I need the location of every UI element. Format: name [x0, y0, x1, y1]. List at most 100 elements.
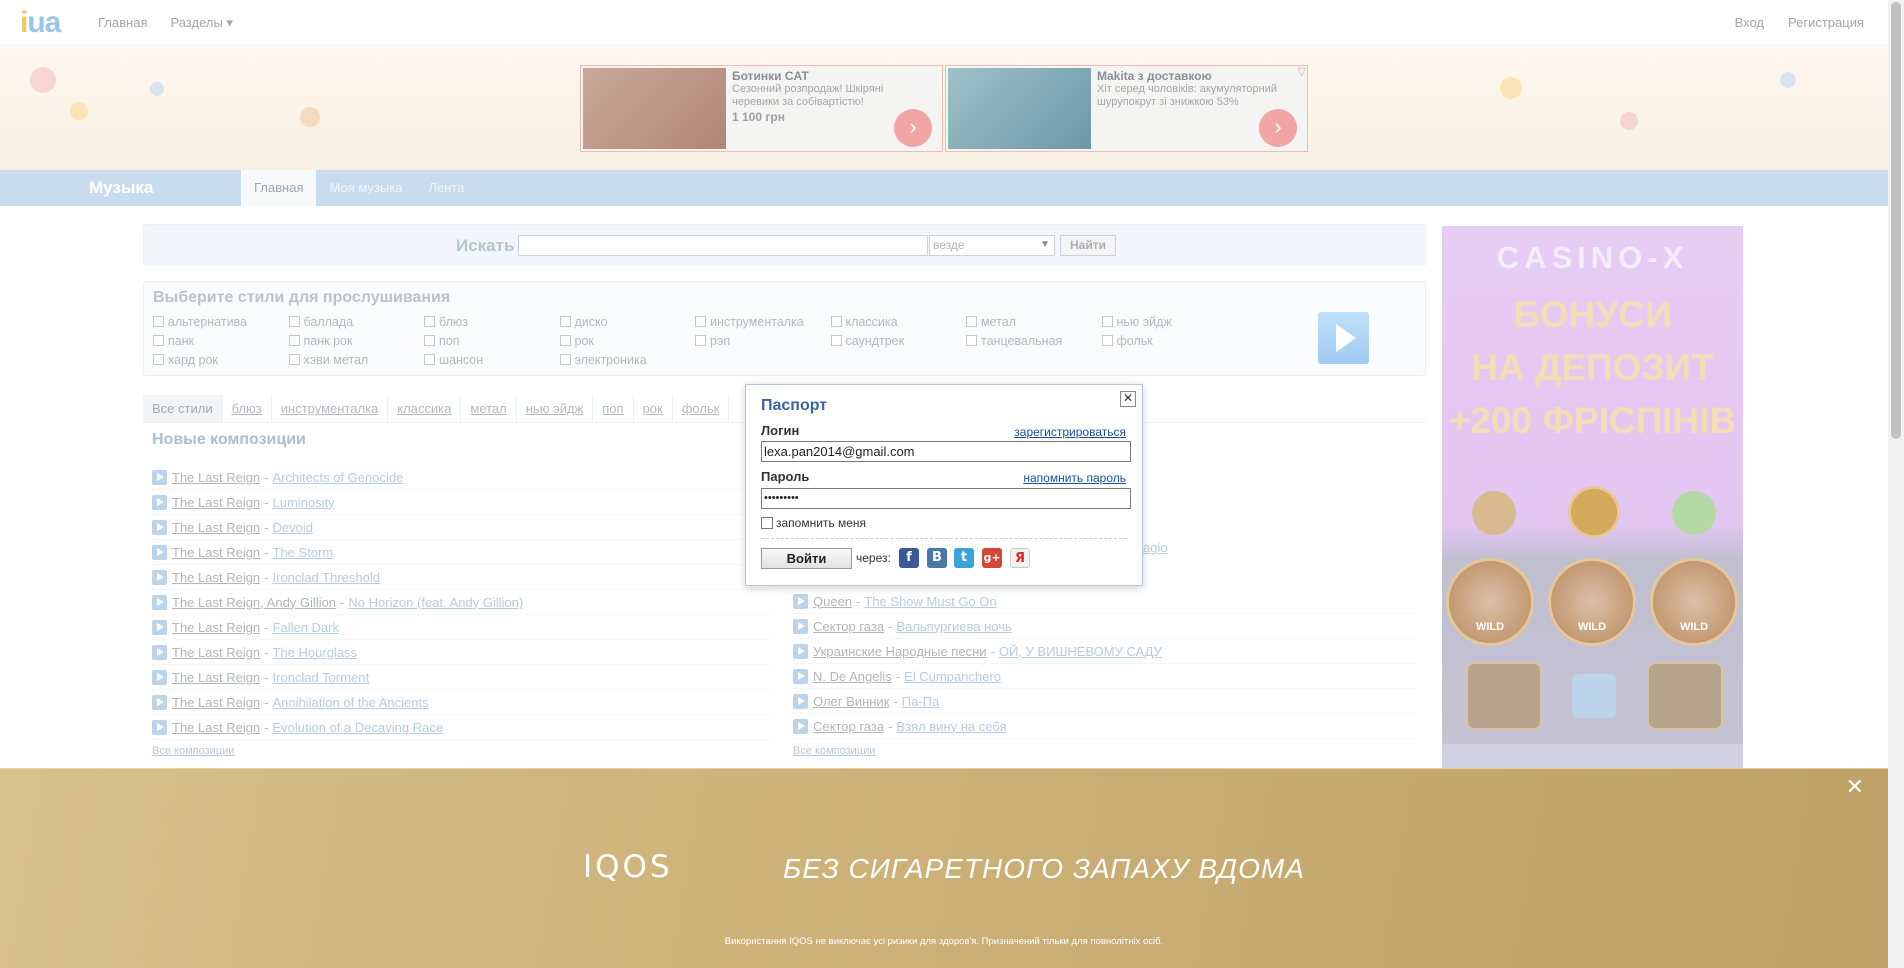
play-icon[interactable]	[793, 618, 808, 634]
track-link[interactable]: Architects of Genocide	[273, 470, 404, 485]
play-styles-button[interactable]	[1318, 312, 1369, 364]
track-link[interactable]: Fallen Dark	[273, 620, 339, 635]
track-link[interactable]: Evolution of a Decaying Race	[273, 720, 444, 735]
artist-link[interactable]: Украинские Народные песни	[813, 644, 987, 659]
style-checkbox[interactable]: танцевальная	[966, 333, 1102, 348]
track-link[interactable]: The Show Must Go On	[864, 594, 996, 609]
play-icon[interactable]	[152, 619, 167, 635]
filter-item[interactable]: рок	[634, 395, 673, 422]
google-plus-icon[interactable]: g+	[982, 548, 1002, 568]
register-link[interactable]: Регистрация	[1788, 15, 1864, 30]
play-icon[interactable]	[152, 719, 167, 735]
checkbox[interactable]	[1101, 335, 1113, 346]
play-icon[interactable]	[152, 569, 167, 585]
close-icon[interactable]: ✕	[1846, 776, 1864, 798]
search-button[interactable]: Найти	[1060, 235, 1116, 256]
checkbox[interactable]	[153, 316, 164, 327]
style-checkbox[interactable]: поп	[424, 333, 560, 348]
checkbox[interactable]	[830, 335, 842, 346]
checkbox[interactable]	[288, 354, 300, 365]
scrollbar-thumb[interactable]	[1891, 2, 1901, 439]
style-checkbox[interactable]: шансон	[424, 352, 560, 367]
track-link-partial[interactable]: agio	[1143, 540, 1168, 555]
checkbox[interactable]	[288, 316, 300, 327]
play-icon[interactable]	[152, 669, 167, 685]
style-checkbox[interactable]: рок	[559, 333, 696, 348]
facebook-icon[interactable]: f	[899, 548, 919, 568]
checkbox[interactable]	[424, 354, 435, 365]
close-icon[interactable]: ✕	[1120, 391, 1136, 407]
artist-link[interactable]: The Last Reign	[172, 495, 260, 510]
checkbox[interactable]	[695, 335, 706, 346]
style-checkbox[interactable]: электроника	[559, 352, 696, 367]
play-icon[interactable]	[793, 668, 808, 684]
style-checkbox[interactable]: панк рок	[288, 333, 425, 348]
track-link[interactable]: ОЙ, У ВИШНЕВОМУ САДУ	[999, 644, 1162, 659]
play-icon[interactable]	[793, 593, 808, 609]
casino-ad[interactable]: CASINO-X БОНУСИ НА ДЕПОЗИТ +200 ФРІСПІНІ…	[1442, 226, 1743, 768]
play-icon[interactable]	[152, 694, 167, 710]
remember-me-checkbox[interactable]: запомнить меня	[761, 516, 866, 530]
artist-link[interactable]: Сектор газа	[813, 719, 884, 734]
checkbox[interactable]	[153, 335, 164, 346]
site-logo[interactable]: iua	[20, 6, 61, 40]
track-link[interactable]: Devoid	[273, 520, 313, 535]
artist-link[interactable]: The Last Reign	[172, 545, 260, 560]
style-checkbox[interactable]: нью эйдж	[1101, 314, 1238, 329]
artist-link[interactable]: The Last Reign	[172, 570, 260, 585]
checkbox[interactable]	[559, 316, 571, 327]
artist-link[interactable]: Олег Винник	[813, 694, 889, 709]
checkbox[interactable]	[559, 335, 571, 346]
track-link[interactable]: Luminosity	[273, 495, 335, 510]
ad-cat-boots[interactable]: Ботинки CAT Сезонний розпродаж! Шкіряні …	[580, 65, 943, 152]
remind-password-link[interactable]: напомнить пароль	[1023, 471, 1126, 485]
track-link[interactable]: No Horizon (feat. Andy Gillion)	[348, 595, 523, 610]
email-field[interactable]: lexa.pan2014@gmail.com	[761, 441, 1131, 462]
filter-item[interactable]: нью эйдж	[517, 395, 594, 422]
artist-link[interactable]: The Last Reign, Andy Gillion	[172, 595, 336, 610]
style-checkbox[interactable]: диско	[559, 314, 696, 329]
artist-link[interactable]: The Last Reign	[172, 470, 260, 485]
checkbox[interactable]	[424, 335, 435, 346]
filter-item[interactable]: фольк	[673, 395, 730, 422]
search-input[interactable]	[518, 235, 928, 256]
artist-link[interactable]: Сектор газа	[813, 619, 884, 634]
play-icon[interactable]	[152, 594, 167, 610]
track-link[interactable]: The Storm	[273, 545, 334, 560]
filter-item[interactable]: поп	[593, 395, 634, 422]
checkbox[interactable]	[695, 316, 706, 327]
filter-item[interactable]: метал	[461, 395, 517, 422]
play-icon[interactable]	[152, 544, 167, 560]
artist-link[interactable]: Queen	[813, 594, 852, 609]
style-checkbox[interactable]: фольк	[1101, 333, 1238, 348]
register-link[interactable]: зарегистрироваться	[1014, 425, 1126, 439]
play-icon[interactable]	[152, 494, 167, 510]
checkbox[interactable]	[288, 335, 300, 346]
track-link[interactable]: Вальпургиева ночь	[896, 619, 1011, 634]
yandex-icon[interactable]: Я	[1010, 548, 1030, 568]
checkbox[interactable]	[153, 354, 164, 365]
artist-link[interactable]: The Last Reign	[172, 520, 260, 535]
tab-feed[interactable]: Лента	[415, 170, 477, 206]
checkbox[interactable]	[761, 517, 773, 529]
filter-item[interactable]: инструменталка	[272, 395, 389, 422]
play-icon[interactable]	[152, 469, 167, 485]
track-link[interactable]: Взял вину на себя	[896, 719, 1006, 734]
style-checkbox[interactable]: альтернатива	[153, 314, 289, 329]
style-checkbox[interactable]: хэви метал	[288, 352, 425, 367]
style-checkbox[interactable]: рэп	[695, 333, 831, 348]
track-link[interactable]: El Cumpanchero	[904, 669, 1001, 684]
track-link[interactable]: Па-Па	[902, 694, 939, 709]
filter-all-styles[interactable]: Все стили	[143, 395, 223, 422]
track-link[interactable]: Ironclad Torment	[273, 670, 370, 685]
track-link[interactable]: The Hourglass	[273, 645, 358, 660]
artist-link[interactable]: The Last Reign	[172, 670, 260, 685]
tab-home[interactable]: Главная	[241, 170, 317, 206]
vk-icon[interactable]: B	[927, 548, 947, 568]
password-field[interactable]: •••••••••	[761, 488, 1131, 509]
chevron-right-icon[interactable]: ›	[1259, 109, 1297, 147]
all-songs-link-right[interactable]: Все композиции	[793, 745, 875, 757]
ad-choices-icon[interactable]: ▽	[1298, 65, 1306, 78]
artist-link[interactable]: The Last Reign	[172, 645, 260, 660]
play-icon[interactable]	[152, 644, 167, 660]
